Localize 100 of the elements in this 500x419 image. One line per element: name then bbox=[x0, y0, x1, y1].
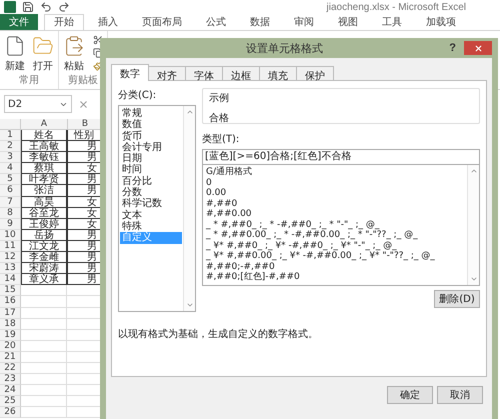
row-number[interactable]: 24 bbox=[0, 385, 21, 396]
scissors-icon[interactable] bbox=[93, 35, 103, 45]
name-box[interactable]: D2 bbox=[4, 95, 72, 113]
help-button[interactable]: ? bbox=[441, 42, 464, 54]
row-number[interactable]: 19 bbox=[0, 330, 21, 341]
window-title: jiaocheng.xlsx - Microsoft Excel bbox=[326, 2, 466, 12]
category-item[interactable]: 文本 bbox=[120, 210, 182, 221]
row-number[interactable]: 11 bbox=[0, 240, 21, 252]
row-number[interactable]: 6 bbox=[0, 185, 21, 197]
row-number[interactable]: 2 bbox=[0, 141, 21, 152]
delete-button[interactable]: 删除(D) bbox=[434, 290, 480, 308]
table-cell: 王俊婷 bbox=[21, 218, 67, 230]
row-number[interactable]: 13 bbox=[0, 263, 21, 274]
row-number[interactable]: 16 bbox=[0, 296, 21, 308]
category-item[interactable]: 科学记数 bbox=[120, 198, 182, 210]
ribbon-button[interactable]: 粘贴 bbox=[63, 35, 85, 73]
category-item[interactable]: 常规 bbox=[120, 108, 182, 120]
group-label: 剪贴板 bbox=[67, 74, 99, 88]
dialog-button[interactable]: 确定 bbox=[387, 386, 433, 404]
column-header[interactable]: B bbox=[68, 119, 103, 130]
undo-icon[interactable] bbox=[40, 1, 52, 13]
document-icon bbox=[4, 35, 26, 57]
category-item[interactable]: 分数 bbox=[120, 187, 182, 198]
category-item[interactable]: 时间 bbox=[120, 164, 182, 176]
format-item[interactable]: _ ¥* #,##0.00_ ;_ ¥* -#,##0.00_ ;_ ¥* "-"??_ ;_ @_ bbox=[206, 251, 464, 262]
scrollbar[interactable] bbox=[183, 106, 195, 311]
cancel-icon[interactable] bbox=[78, 98, 89, 110]
close-icon bbox=[474, 44, 482, 52]
row-number[interactable]: 4 bbox=[0, 163, 21, 174]
brush-icon[interactable] bbox=[93, 61, 103, 71]
ribbon-button[interactable]: 打开 bbox=[32, 35, 54, 73]
category-item[interactable]: 货币 bbox=[120, 130, 182, 142]
category-item[interactable]: 特殊 bbox=[120, 220, 182, 232]
format-item[interactable]: _ * #,##0_ ;_ * -#,##0_ ;_ * "-"_ ;_ @_ bbox=[206, 220, 464, 230]
row-number[interactable]: 22 bbox=[0, 362, 21, 374]
table-cell: 李金雌 bbox=[21, 252, 67, 264]
row-number[interactable]: 3 bbox=[0, 152, 21, 164]
table-cell: 王高敏 bbox=[21, 141, 67, 152]
table-cell: 李敏钰 bbox=[21, 152, 67, 164]
row-number[interactable]: 12 bbox=[0, 252, 21, 264]
scroll-up-icon[interactable] bbox=[470, 167, 478, 175]
close-button[interactable] bbox=[464, 41, 492, 55]
ribbon-tab[interactable]: 开始 bbox=[44, 14, 84, 30]
scrollbar[interactable] bbox=[467, 165, 479, 285]
category-item[interactable]: 百分比 bbox=[120, 176, 182, 188]
row-number[interactable]: 18 bbox=[0, 318, 21, 330]
dialog-tab[interactable]: 边框 bbox=[222, 66, 260, 81]
table-cell: 宋蔚涛 bbox=[21, 263, 67, 274]
format-item[interactable]: #,##0 bbox=[206, 198, 464, 209]
row-number[interactable]: 9 bbox=[0, 218, 21, 230]
row-number[interactable]: 23 bbox=[0, 374, 21, 386]
description-text: 以现有格式为基础，生成自定义的数字格式。 bbox=[118, 328, 319, 341]
group-label: 常用 bbox=[18, 74, 40, 88]
excel-logo-icon bbox=[4, 1, 16, 13]
column-header[interactable]: A bbox=[21, 119, 68, 130]
format-item[interactable]: 0.00 bbox=[206, 188, 464, 198]
clipboard-icon bbox=[63, 35, 85, 57]
row-number[interactable]: 15 bbox=[0, 285, 21, 296]
table-cell: 江文龙 bbox=[21, 240, 67, 252]
category-list[interactable]: 常规 数值 货币 会计专用 日期 时间 百分比 分数 科学记数 文本 特殊 自定义 bbox=[118, 105, 196, 312]
row-number[interactable]: 8 bbox=[0, 208, 21, 219]
dialog-tab[interactable]: 数字 bbox=[111, 64, 149, 81]
row-number[interactable]: 20 bbox=[0, 340, 21, 352]
format-item[interactable]: 0 bbox=[206, 178, 464, 188]
format-item[interactable]: #,##0;-#,##0 bbox=[206, 262, 464, 272]
type-input-field[interactable]: [蓝色][>=60]合格;[红色]不合格 bbox=[202, 149, 480, 165]
category-item[interactable]: 数值 bbox=[120, 119, 182, 131]
scroll-down-icon[interactable] bbox=[186, 301, 194, 309]
category-item[interactable]: 会计专用 bbox=[120, 142, 182, 154]
scroll-up-icon[interactable] bbox=[186, 108, 194, 116]
row-number[interactable]: 10 bbox=[0, 230, 21, 241]
row-number[interactable]: 25 bbox=[0, 396, 21, 408]
sample-label: 示例 bbox=[209, 92, 230, 105]
row-number[interactable]: 17 bbox=[0, 308, 21, 319]
row-number[interactable]: 1 bbox=[0, 130, 21, 142]
ribbon-tab[interactable]: 文件 bbox=[0, 14, 38, 30]
dialog-tab[interactable]: 字体 bbox=[185, 66, 223, 81]
row-number[interactable]: 26 bbox=[0, 407, 21, 418]
format-item[interactable]: #,##0;[红色]-#,##0 bbox=[206, 272, 464, 282]
save-icon[interactable] bbox=[22, 1, 34, 13]
format-item[interactable]: _ * #,##0.00_ ;_ * -#,##0.00_ ;_ * "-"??_ ;_ @_ bbox=[206, 230, 464, 240]
row-number[interactable]: 14 bbox=[0, 274, 21, 286]
table-cell: 岳扬 bbox=[21, 230, 67, 241]
format-item[interactable]: _ ¥* #,##0_ ;_ ¥* -#,##0_ ;_ ¥* "-"_ ;_ @_ bbox=[206, 240, 464, 251]
row-number[interactable]: 21 bbox=[0, 352, 21, 363]
ribbon-button[interactable]: 新建 bbox=[4, 35, 26, 73]
format-item[interactable]: #,##0.00 bbox=[206, 209, 464, 220]
dialog-button[interactable]: 取消 bbox=[437, 386, 483, 404]
category-item[interactable]: 日期 bbox=[120, 153, 182, 164]
redo-icon[interactable] bbox=[58, 1, 70, 13]
format-list[interactable] bbox=[202, 165, 480, 286]
format-item[interactable]: G/通用格式 bbox=[206, 167, 464, 178]
scroll-down-icon[interactable] bbox=[470, 275, 478, 283]
dialog-tab[interactable]: 填充 bbox=[259, 66, 297, 81]
row-number[interactable]: 5 bbox=[0, 174, 21, 186]
dialog-tab[interactable]: 对齐 bbox=[148, 66, 186, 81]
dialog-tab[interactable]: 保护 bbox=[296, 66, 334, 81]
type-label: 类型(T): bbox=[202, 132, 240, 146]
table-cell: 蔡琪 bbox=[21, 163, 67, 174]
row-number[interactable]: 7 bbox=[0, 196, 21, 208]
